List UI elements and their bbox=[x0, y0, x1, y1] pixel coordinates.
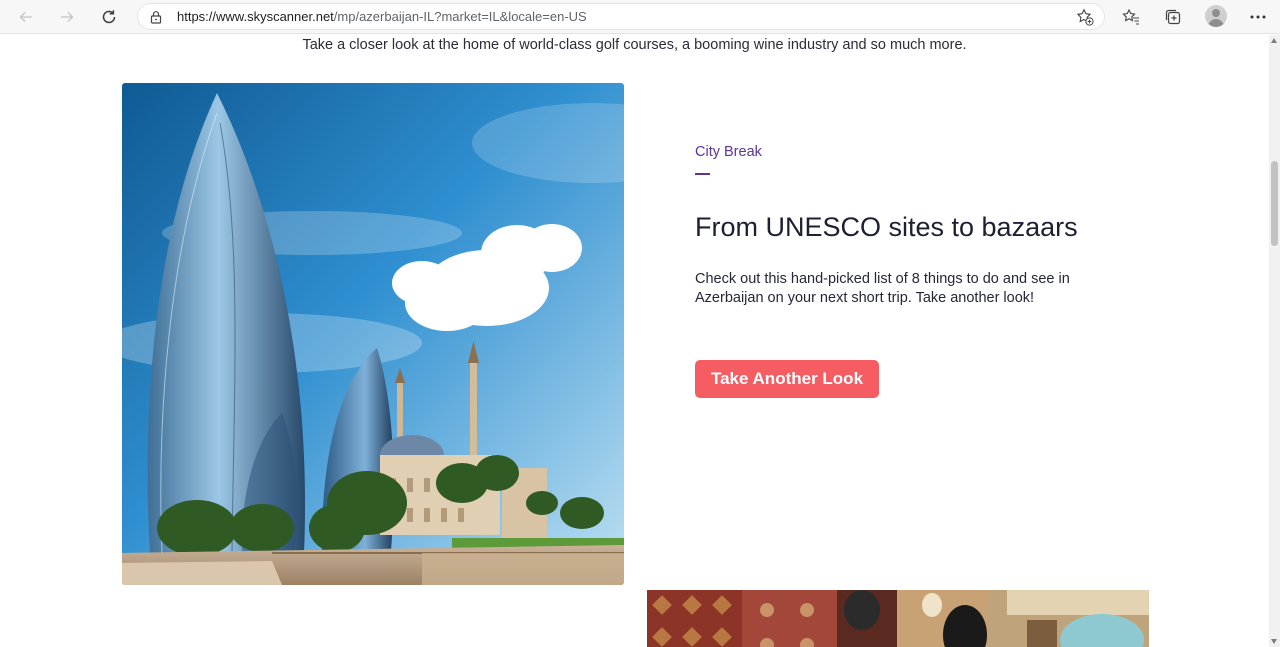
back-arrow-icon[interactable] bbox=[12, 4, 40, 30]
intro-text: Take a closer look at the home of world-… bbox=[302, 37, 967, 53]
page-content: Take a closer look at the home of world-… bbox=[0, 35, 1269, 647]
collections-icon[interactable] bbox=[1160, 5, 1186, 29]
feature-description: Check out this hand-picked list of 8 thi… bbox=[695, 271, 1070, 306]
flame-towers-illustration bbox=[122, 83, 624, 585]
next-feature-image[interactable] bbox=[647, 590, 1149, 647]
avatar-head-shape bbox=[1212, 9, 1220, 17]
scroll-up-arrow-icon[interactable] bbox=[1271, 38, 1277, 43]
avatar-body-shape bbox=[1208, 19, 1224, 27]
feature-image[interactable] bbox=[122, 83, 624, 585]
forward-arrow-icon[interactable] bbox=[53, 4, 81, 30]
feature-category-label: City Break bbox=[695, 144, 762, 160]
favorites-icon[interactable] bbox=[1118, 5, 1144, 29]
feature-headline: From UNESCO sites to bazaars bbox=[695, 212, 1078, 242]
bazaar-illustration bbox=[647, 590, 1149, 647]
add-favorite-icon[interactable] bbox=[1076, 8, 1094, 31]
scroll-down-arrow-icon[interactable] bbox=[1271, 639, 1277, 644]
category-underline bbox=[695, 173, 710, 175]
address-bar[interactable]: https://www.skyscanner.net/mp/azerbaijan… bbox=[137, 3, 1105, 30]
url-path: /mp/azerbaijan-IL?market=IL&locale=en-US bbox=[333, 9, 587, 24]
url-text[interactable]: https://www.skyscanner.net/mp/azerbaijan… bbox=[177, 9, 587, 24]
scrollbar-thumb[interactable] bbox=[1271, 161, 1278, 246]
browser-toolbar: https://www.skyscanner.net/mp/azerbaijan… bbox=[0, 0, 1280, 34]
take-another-look-button[interactable]: Take Another Look bbox=[695, 360, 879, 398]
url-host: https://www.skyscanner.net bbox=[177, 9, 334, 24]
vertical-scrollbar[interactable] bbox=[1269, 35, 1280, 647]
reload-icon[interactable] bbox=[95, 4, 123, 30]
profile-avatar[interactable] bbox=[1205, 5, 1227, 27]
lock-icon[interactable] bbox=[150, 10, 162, 29]
more-options-icon[interactable] bbox=[1245, 5, 1271, 29]
